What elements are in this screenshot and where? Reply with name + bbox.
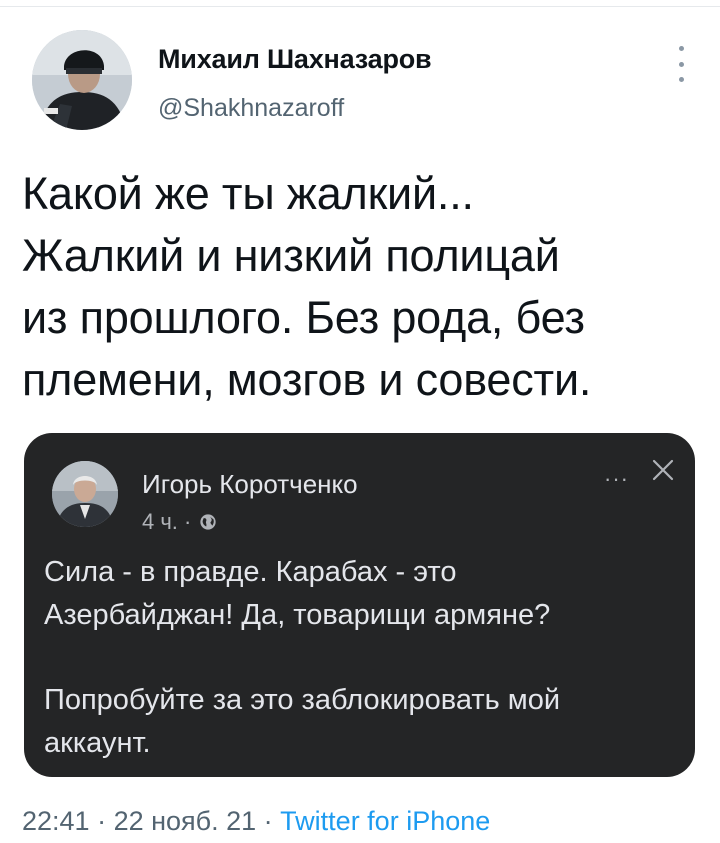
quoted-post-text: Сила - в правде. Карабах - это Азербайдж… (44, 551, 674, 765)
quoted-author-name: Игорь Коротченко (142, 469, 358, 499)
more-vertical-icon[interactable] (670, 46, 692, 82)
quoted-post-time: 4 ч. · (142, 509, 192, 534)
tweet-text-line: Какой же ты жалкий... (22, 168, 474, 219)
tweet-date: 22 нояб. 21 (113, 806, 257, 836)
close-icon (652, 459, 674, 481)
author-avatar[interactable] (32, 30, 132, 130)
tweet-source-link[interactable]: Twitter for iPhone (280, 806, 490, 836)
quoted-author-avatar (52, 461, 118, 527)
quoted-post-meta: 4 ч. · (142, 509, 217, 535)
quoted-text-line: аккаунт. (44, 727, 151, 759)
tweet-text-line: Жалкий и низкий полицай (22, 230, 560, 281)
quoted-text-line: Сила - в правде. Карабах - это (44, 556, 457, 588)
quoted-text-line: Азербайджан! Да, товарищи армяне? (44, 599, 551, 631)
embedded-post-screenshot[interactable]: Игорь Коротченко 4 ч. · ··· Сила - в пра… (24, 433, 695, 777)
author-handle[interactable]: @Shakhnazaroff (158, 94, 344, 123)
tweet-text: Какой же ты жалкий... Жалкий и низкий по… (22, 163, 692, 411)
meta-separator: · (89, 806, 114, 836)
globe-icon (200, 514, 217, 530)
top-divider (0, 0, 720, 7)
tweet-time: 22:41 (22, 806, 90, 836)
tweet-meta: 22:41 · 22 нояб. 21 · Twitter for iPhone (22, 806, 490, 837)
meta-separator: · (256, 806, 281, 836)
author-name[interactable]: Михаил Шахназаров (158, 44, 432, 75)
quoted-more-options-icon: ··· (604, 466, 629, 491)
tweet-text-line: из прошлого. Без рода, без (22, 292, 585, 343)
quoted-text-line: Попробуйте за это заблокировать мой (44, 684, 561, 716)
tweet-text-line: племени, мозгов и совести. (22, 354, 592, 405)
